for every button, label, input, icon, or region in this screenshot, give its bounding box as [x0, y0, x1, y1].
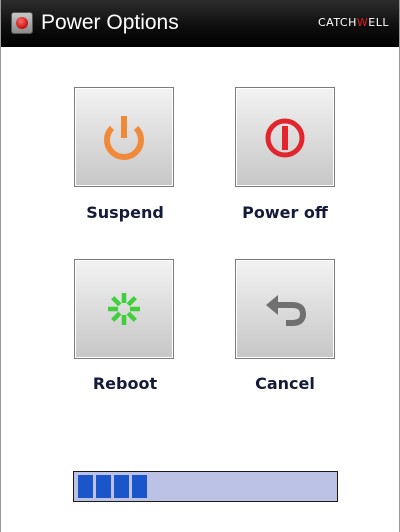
- reboot-label: Reboot: [92, 374, 158, 393]
- power-off-label: Power off: [242, 203, 328, 222]
- reboot-spinner-icon: [108, 293, 140, 325]
- power-off-button[interactable]: [235, 87, 335, 187]
- progress-segment: [114, 475, 129, 498]
- progress-segment: [132, 475, 147, 498]
- suspend-button[interactable]: [74, 87, 174, 187]
- suspend-power-icon: [104, 116, 144, 161]
- power-off-icon: [265, 118, 305, 158]
- power-options-window: Power Options CATCHWELL Suspend Power of…: [0, 0, 400, 532]
- reboot-button[interactable]: [74, 259, 174, 359]
- cancel-button[interactable]: [235, 259, 335, 359]
- progress-bar: [73, 471, 338, 502]
- cancel-label: Cancel: [255, 374, 315, 393]
- power-app-icon: [11, 12, 33, 34]
- progress-segment: [78, 475, 93, 498]
- suspend-label: Suspend: [86, 203, 164, 222]
- window-title: Power Options: [41, 11, 179, 34]
- progress-segment: [96, 475, 111, 498]
- title-bar: Power Options CATCHWELL: [1, 0, 399, 47]
- undo-arrow-icon: [266, 295, 307, 326]
- brand-logo: CATCHWELL: [318, 16, 389, 29]
